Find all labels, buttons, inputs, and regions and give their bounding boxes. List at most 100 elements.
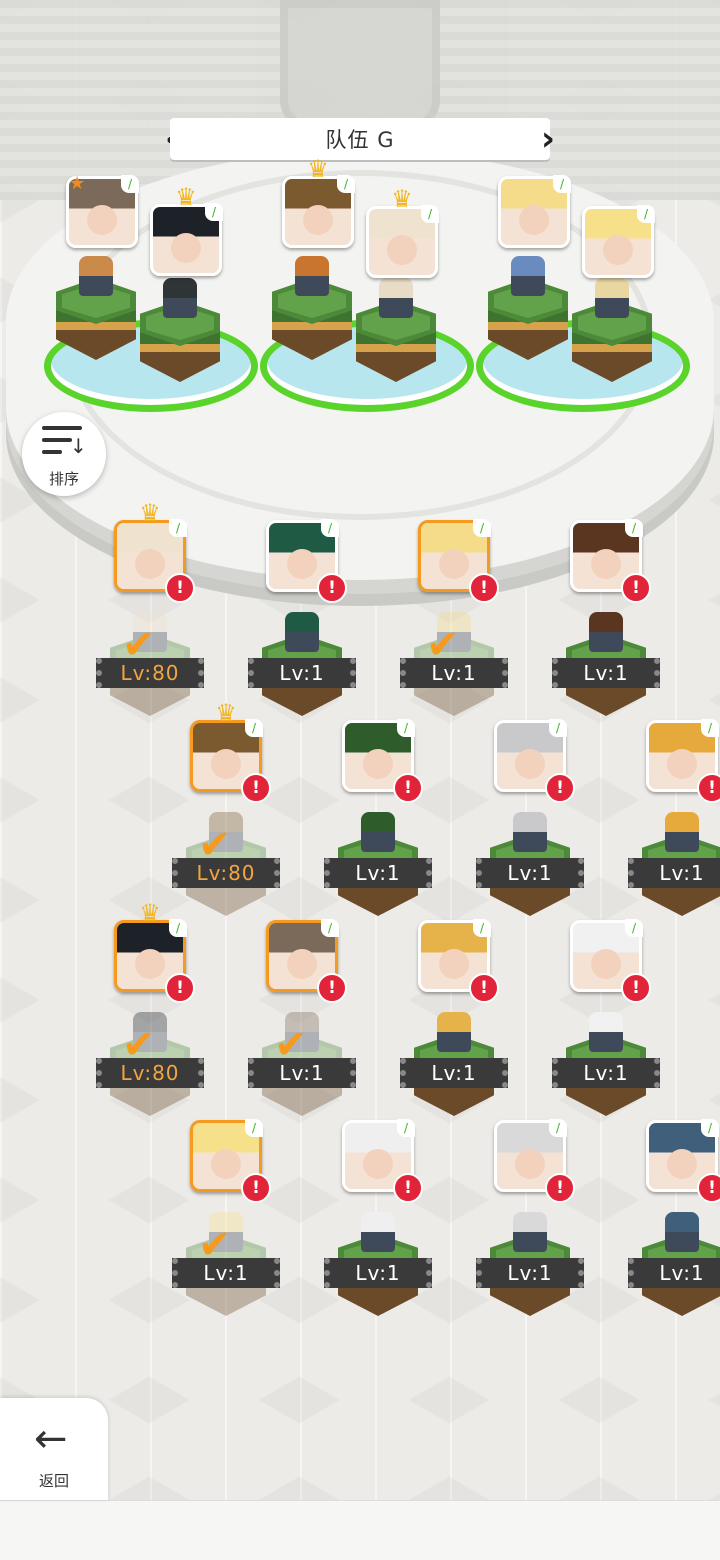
crown-icon: ♛ [307, 155, 329, 183]
crown-icon: ♛ [391, 185, 413, 213]
roster-cell[interactable]: ✔ Lv:80 [96, 1012, 206, 1126]
character-portrait[interactable]: /! [494, 1119, 575, 1203]
character-sprite [79, 256, 113, 296]
character-portrait[interactable]: / ♛ [282, 157, 355, 248]
leaf-element-icon: / [625, 519, 643, 537]
alert-icon: ! [621, 973, 651, 1003]
alert-icon: ! [393, 1173, 423, 1203]
character-sprite [513, 1212, 547, 1252]
grass-block [134, 278, 226, 392]
roster-cell[interactable]: ✔ Lv:1 [400, 612, 510, 726]
roster-cell[interactable]: ✔ Lv:80 [96, 612, 206, 726]
character-portrait[interactable]: / ♛ [366, 187, 439, 278]
character-portrait[interactable]: / ♛ [150, 185, 223, 276]
team-selector[interactable]: 队伍 G [170, 118, 550, 160]
leaf-element-icon: / [169, 519, 187, 537]
level-label: Lv:1 [400, 1058, 508, 1088]
character-sprite [163, 278, 197, 318]
roster-cell[interactable]: Lv:1 [324, 812, 434, 926]
leaf-element-icon: / [473, 519, 491, 537]
sort-button[interactable]: ↓ 排序 [22, 412, 106, 496]
level-label: Lv:80 [172, 858, 280, 888]
alert-icon: ! [165, 573, 195, 603]
character-sprite [379, 278, 413, 318]
character-portrait[interactable]: /! [342, 1119, 423, 1203]
leaf-element-icon: / [397, 719, 415, 737]
leaf-element-icon: / [169, 919, 187, 937]
roster-cell[interactable]: Lv:1 [552, 612, 662, 726]
character-portrait[interactable]: / [582, 205, 655, 278]
team-name: 队伍 G [325, 128, 395, 152]
character-portrait[interactable]: /! [266, 519, 347, 603]
character-portrait[interactable]: /! [646, 719, 720, 803]
alert-icon: ! [697, 1173, 720, 1203]
crown-icon: ♛ [139, 899, 161, 927]
crown-icon: ♛ [175, 183, 197, 211]
level-label: Lv:1 [552, 1058, 660, 1088]
leaf-element-icon: / [549, 1119, 567, 1137]
grass-block [482, 256, 574, 370]
character-sprite [285, 612, 319, 652]
character-portrait[interactable]: /! [342, 719, 423, 803]
roster-cell[interactable]: Lv:1 [552, 1012, 662, 1126]
roster-cell[interactable]: Lv:1 [628, 1212, 720, 1326]
leaf-element-icon: / [701, 1119, 719, 1137]
leaf-element-icon: / [121, 175, 139, 193]
character-portrait[interactable]: /! [646, 1119, 720, 1203]
alert-icon: ! [469, 973, 499, 1003]
grass-block [350, 278, 442, 392]
roster-cell[interactable]: Lv:1 [476, 1212, 586, 1326]
back-button[interactable]: ← 返回 [0, 1398, 108, 1500]
grass-block [50, 256, 142, 370]
character-portrait[interactable]: / ♛! [114, 901, 195, 1003]
alert-icon: ! [393, 773, 423, 803]
roster-cell[interactable]: ✔ Lv:1 [172, 1212, 282, 1326]
alert-icon: ! [241, 1173, 271, 1203]
alert-icon: ! [317, 573, 347, 603]
character-portrait[interactable]: / [498, 175, 571, 248]
character-portrait[interactable]: /! [570, 919, 651, 1003]
level-label: Lv:1 [476, 858, 584, 888]
leaf-element-icon: / [701, 719, 719, 737]
leaf-element-icon: / [321, 919, 339, 937]
roster-cell[interactable]: ✔ Lv:80 [172, 812, 282, 926]
next-team-arrow-icon[interactable]: › [536, 118, 560, 160]
character-portrait[interactable]: / ★ [66, 173, 139, 248]
crown-icon: ♛ [139, 499, 161, 527]
leaf-element-icon: / [245, 1119, 263, 1137]
level-label: Lv:1 [324, 858, 432, 888]
level-label: Lv:1 [248, 1058, 356, 1088]
character-sprite [665, 1212, 699, 1252]
alert-icon: ! [317, 973, 347, 1003]
character-portrait[interactable]: / ♛! [190, 701, 271, 803]
leaf-element-icon: / [421, 205, 439, 223]
level-label: Lv:80 [96, 658, 204, 688]
level-label: Lv:1 [248, 658, 356, 688]
character-portrait[interactable]: /! [570, 519, 651, 603]
leaf-element-icon: / [553, 175, 571, 193]
roster-cell[interactable]: Lv:1 [324, 1212, 434, 1326]
character-portrait[interactable]: /! [266, 919, 347, 1003]
star-icon: ★ [69, 173, 86, 194]
roster-cell[interactable]: ✔ Lv:1 [248, 1012, 358, 1126]
level-label: Lv:1 [476, 1258, 584, 1288]
back-label: 返回 [38, 1472, 69, 1490]
character-portrait[interactable]: /! [418, 919, 499, 1003]
character-portrait[interactable]: /! [418, 519, 499, 603]
alert-icon: ! [545, 773, 575, 803]
roster-cell[interactable]: Lv:1 [476, 812, 586, 926]
level-label: Lv:1 [552, 658, 660, 688]
character-sprite [361, 812, 395, 852]
character-portrait[interactable]: /! [190, 1119, 271, 1203]
roster-cell[interactable]: Lv:1 [628, 812, 720, 926]
roster-cell[interactable]: Lv:1 [400, 1012, 510, 1126]
character-portrait[interactable]: / ♛! [114, 501, 195, 603]
character-portrait[interactable]: /! [494, 719, 575, 803]
arrow-left-icon: ← [34, 1416, 68, 1462]
character-sprite [295, 256, 329, 296]
alert-icon: ! [697, 773, 720, 803]
sort-label: 排序 [48, 470, 79, 488]
leaf-element-icon: / [637, 205, 655, 223]
leaf-element-icon: / [245, 719, 263, 737]
roster-cell[interactable]: Lv:1 [248, 612, 358, 726]
